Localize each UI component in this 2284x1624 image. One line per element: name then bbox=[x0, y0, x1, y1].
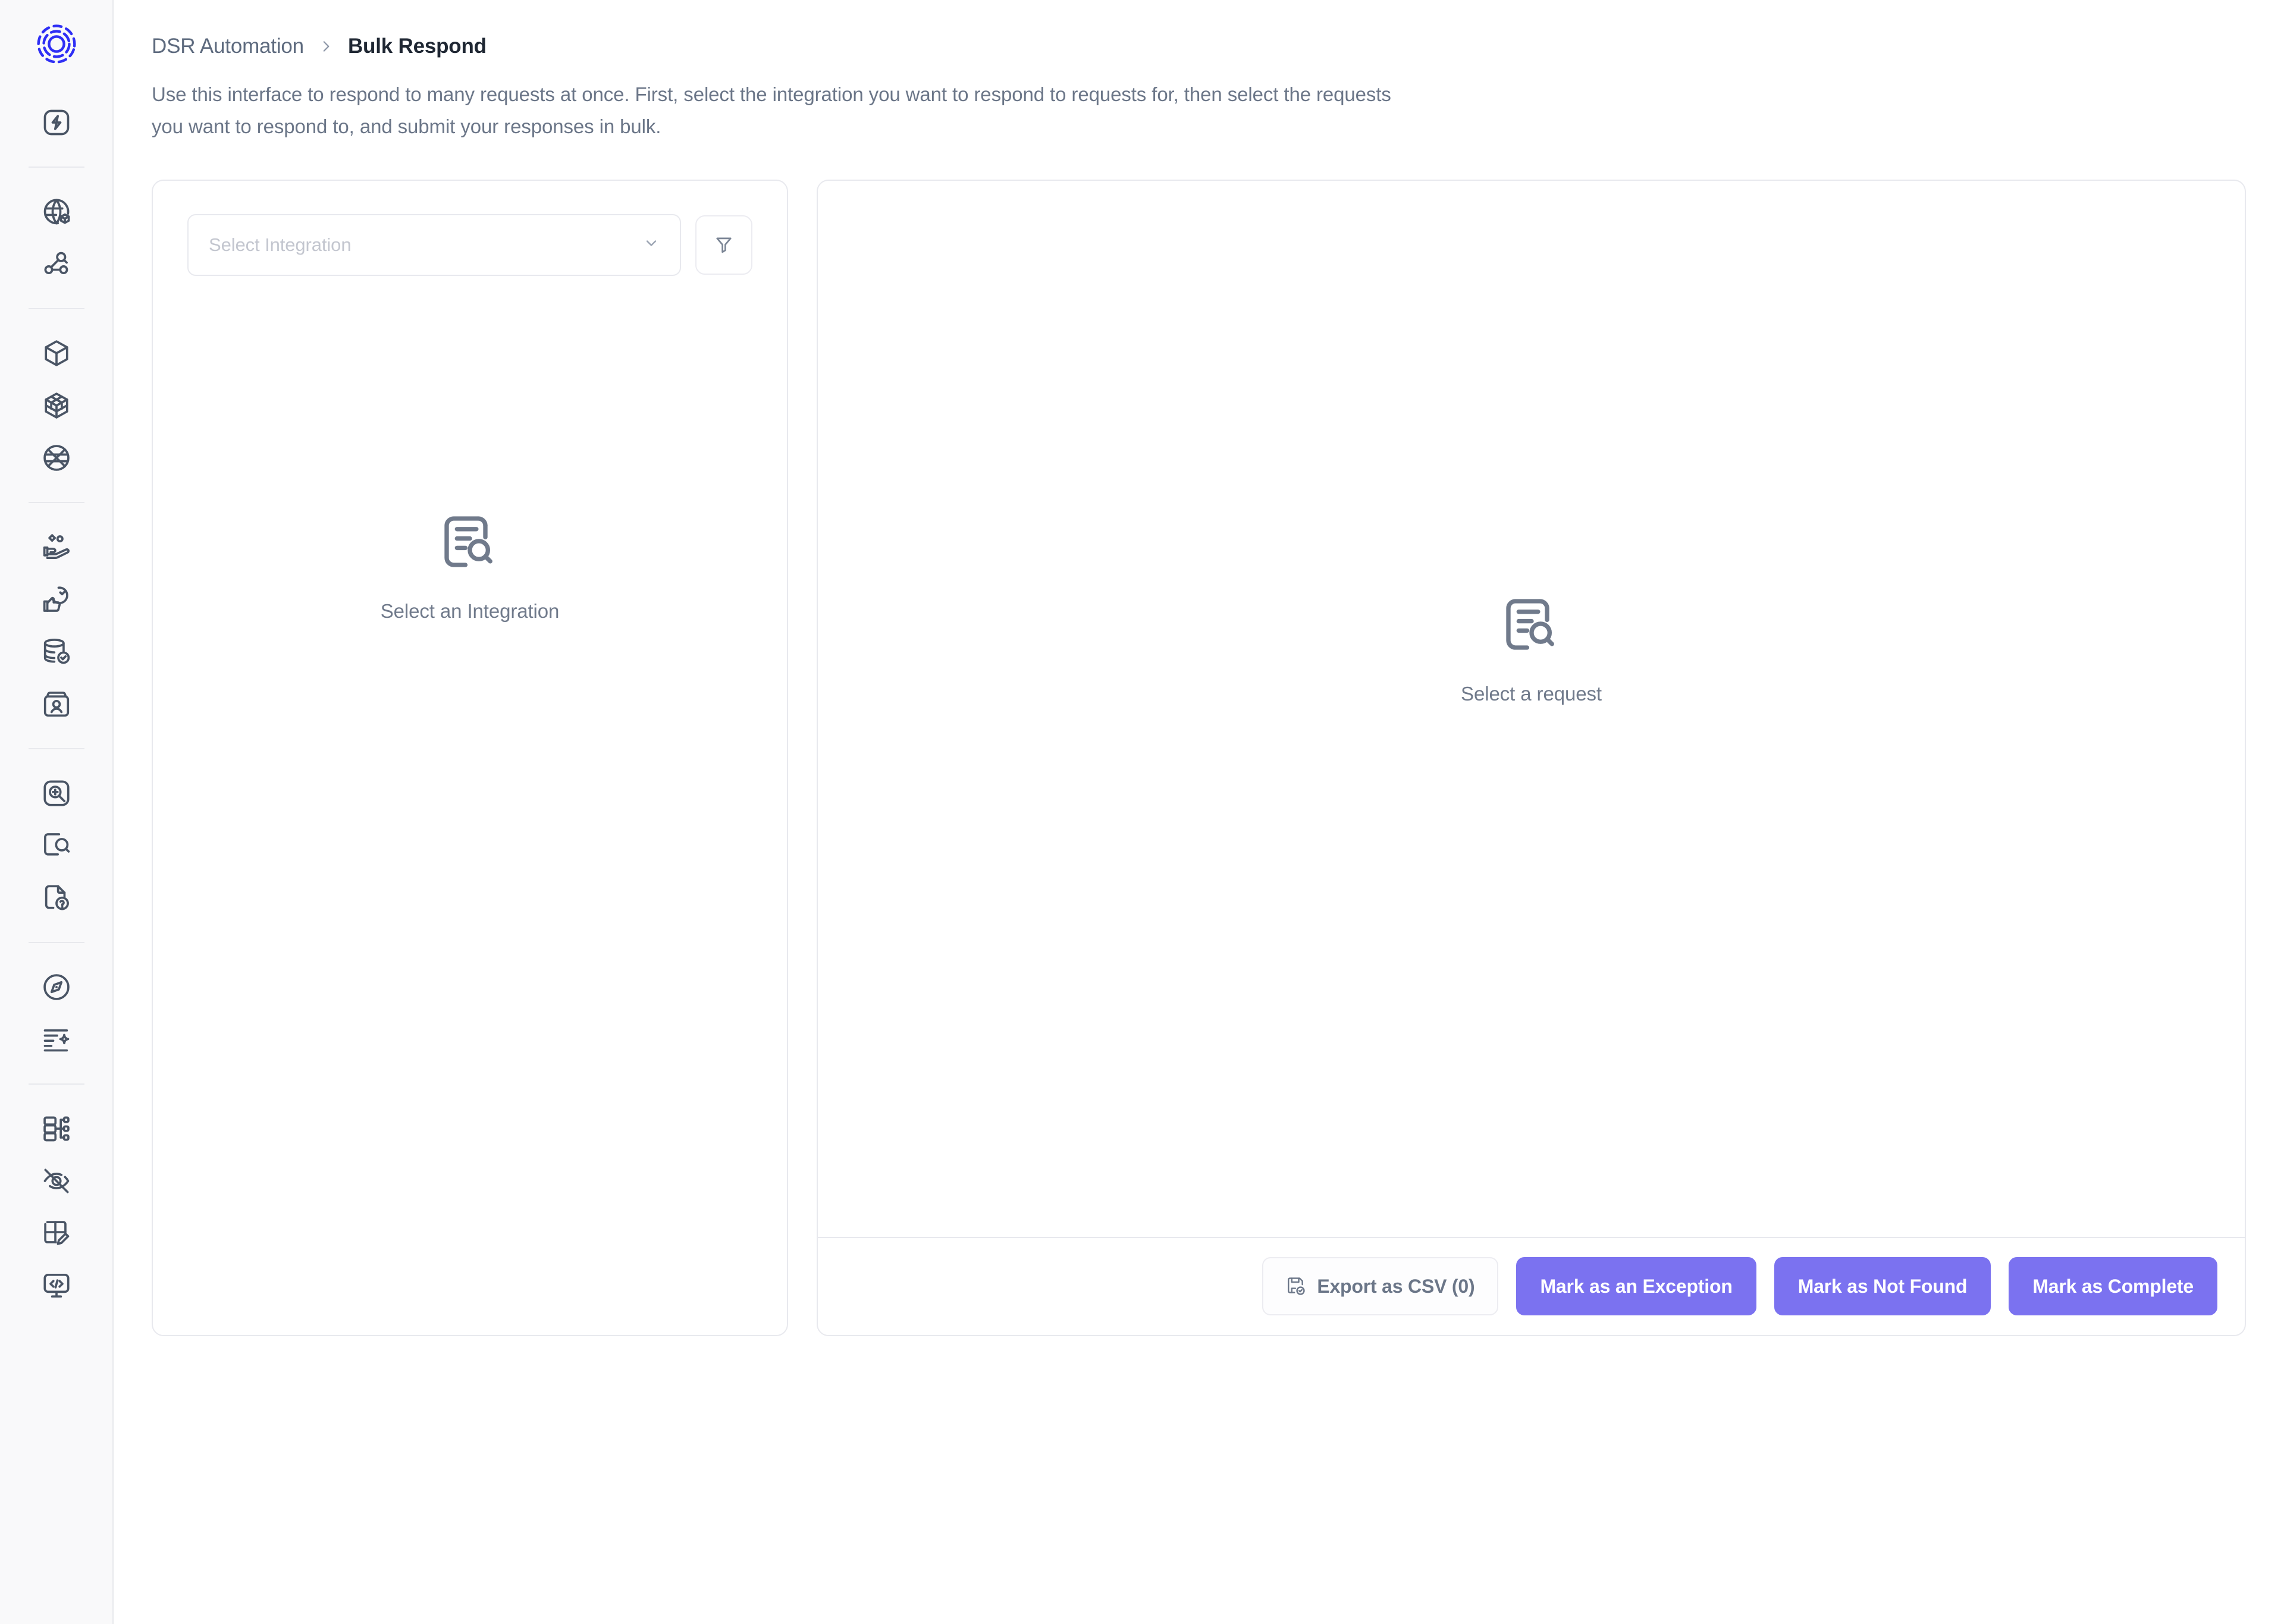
sidebar-separator bbox=[29, 167, 84, 168]
requests-empty-state: Select a request bbox=[818, 181, 2245, 1237]
chevron-down-icon bbox=[643, 235, 660, 255]
mark-as-not-found-button[interactable]: Mark as Not Found bbox=[1774, 1257, 1991, 1315]
data-flow-icon bbox=[41, 1113, 72, 1144]
document-search-icon bbox=[439, 511, 501, 573]
code-monitor-icon bbox=[41, 1270, 72, 1301]
main-content: DSR Automation Bulk Respond Use this int… bbox=[114, 0, 2284, 1624]
sidebar-group-6 bbox=[0, 961, 112, 1066]
filter-funnel-icon bbox=[713, 234, 735, 256]
sidebar-item-workflows[interactable] bbox=[30, 1102, 83, 1155]
sidebar-item-preferences[interactable] bbox=[30, 573, 83, 626]
sidebar-item-consent[interactable] bbox=[30, 521, 83, 573]
integration-select-placeholder: Select Integration bbox=[209, 234, 643, 256]
thumbs-up-check-icon bbox=[41, 584, 72, 615]
export-as-csv-label: Export as CSV (0) bbox=[1317, 1276, 1474, 1298]
requests-toolbar: Export as CSV (0) Mark as an Exception M… bbox=[818, 1237, 2245, 1335]
sidebar-separator bbox=[29, 748, 84, 749]
breadcrumb-parent-link[interactable]: DSR Automation bbox=[152, 34, 304, 58]
sidebar bbox=[0, 0, 114, 1624]
cube-icon bbox=[41, 338, 72, 369]
grid-cube-icon bbox=[41, 390, 72, 421]
sidebar-item-document-search[interactable] bbox=[30, 819, 83, 872]
sidebar-group-2 bbox=[0, 186, 112, 290]
sidebar-item-data-map[interactable] bbox=[30, 186, 83, 238]
eye-off-icon bbox=[41, 1166, 72, 1196]
sidebar-separator bbox=[29, 1083, 84, 1085]
sidebar-separator bbox=[29, 502, 84, 503]
integration-empty-state: Select an Integration bbox=[187, 511, 752, 623]
requests-panel: Select a request Export as CSV (0) M bbox=[817, 180, 2246, 1336]
sidebar-separator bbox=[29, 308, 84, 309]
mark-as-complete-button[interactable]: Mark as Complete bbox=[2009, 1257, 2217, 1315]
sidebar-item-automation[interactable] bbox=[30, 96, 83, 149]
sidebar-item-data-discovery[interactable] bbox=[30, 238, 83, 290]
sidebar-item-data-store[interactable] bbox=[30, 626, 83, 678]
breadcrumb-current-page: Bulk Respond bbox=[348, 34, 487, 58]
sidebar-item-masking[interactable] bbox=[30, 1155, 83, 1207]
compass-icon bbox=[41, 972, 72, 1003]
sidebar-separator bbox=[29, 942, 84, 943]
panels-container: Select Integration bbox=[152, 180, 2284, 1336]
hand-diamond-icon bbox=[41, 532, 72, 563]
grid-edit-icon bbox=[41, 1218, 72, 1249]
network-search-icon bbox=[41, 249, 72, 279]
sidebar-group-3 bbox=[0, 327, 112, 484]
integration-select[interactable]: Select Integration bbox=[187, 214, 681, 276]
database-check-icon bbox=[41, 636, 72, 667]
document-question-icon bbox=[41, 882, 72, 913]
sidebar-item-subjects[interactable] bbox=[30, 678, 83, 730]
breadcrumb: DSR Automation Bulk Respond bbox=[114, 0, 2284, 57]
zoom-in-square-icon bbox=[41, 778, 72, 809]
app-logo[interactable] bbox=[28, 15, 85, 73]
filter-button[interactable] bbox=[695, 215, 752, 275]
sidebar-item-global[interactable] bbox=[30, 432, 83, 484]
page-description: Use this interface to respond to many re… bbox=[152, 78, 1401, 143]
export-as-csv-button[interactable]: Export as CSV (0) bbox=[1262, 1257, 1498, 1315]
sidebar-item-assets[interactable] bbox=[30, 327, 83, 379]
sidebar-group-1 bbox=[0, 96, 112, 149]
id-card-icon bbox=[41, 689, 72, 720]
save-check-icon bbox=[1286, 1276, 1306, 1296]
requests-empty-label: Select a request bbox=[1461, 683, 1602, 705]
sidebar-group-7 bbox=[0, 1102, 112, 1312]
sidebar-item-inventory[interactable] bbox=[30, 379, 83, 432]
sidebar-group-4 bbox=[0, 521, 112, 730]
integration-select-row: Select Integration bbox=[187, 214, 752, 276]
sidebar-group-5 bbox=[0, 767, 112, 924]
document-search-icon bbox=[1501, 593, 1563, 655]
globe-box-icon bbox=[41, 196, 72, 227]
sidebar-item-requests[interactable] bbox=[30, 872, 83, 924]
sidebar-item-developer[interactable] bbox=[30, 1259, 83, 1312]
sidebar-item-ai-assist[interactable] bbox=[30, 1013, 83, 1066]
app-root: DSR Automation Bulk Respond Use this int… bbox=[0, 0, 2284, 1624]
lightning-bolt-square-icon bbox=[41, 107, 72, 138]
mark-as-exception-button[interactable]: Mark as an Exception bbox=[1516, 1257, 1756, 1315]
text-sparkle-icon bbox=[41, 1024, 72, 1055]
sidebar-item-discover[interactable] bbox=[30, 961, 83, 1013]
integration-empty-label: Select an Integration bbox=[381, 600, 560, 623]
integration-panel: Select Integration bbox=[152, 180, 788, 1336]
sidebar-item-templates[interactable] bbox=[30, 1207, 83, 1259]
globe-icon bbox=[41, 442, 72, 473]
sidebar-item-scanning[interactable] bbox=[30, 767, 83, 819]
chevron-right-icon bbox=[318, 39, 334, 54]
document-search-icon bbox=[41, 830, 72, 861]
concentric-dashed-circles-logo-icon bbox=[34, 22, 79, 66]
